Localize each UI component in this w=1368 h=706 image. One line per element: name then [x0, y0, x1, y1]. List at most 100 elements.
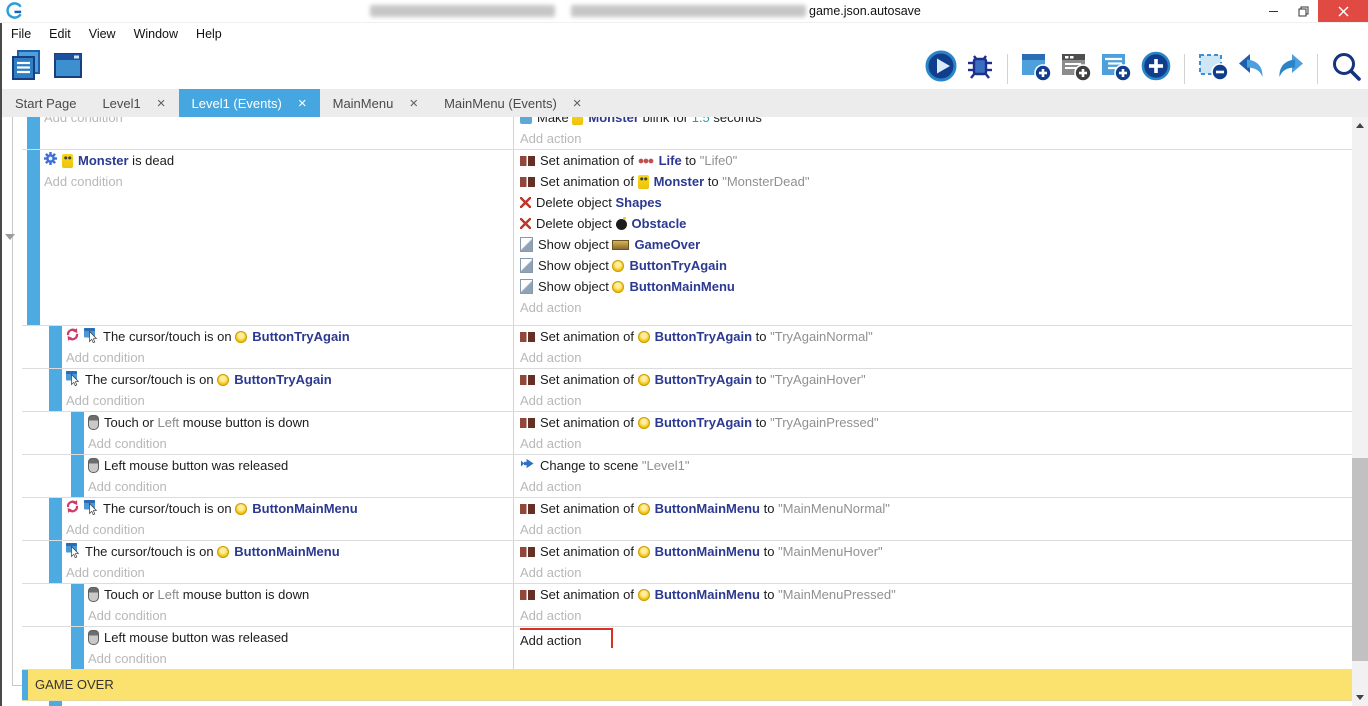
add-condition-link[interactable]: Add condition: [22, 476, 513, 497]
condition[interactable]: Add condition: [22, 117, 513, 128]
tab-close-icon[interactable]: ×: [573, 96, 582, 111]
action[interactable]: Set animation of ButtonTryAgain to "TryA…: [520, 369, 1352, 390]
add-action-link[interactable]: Add action: [520, 390, 1352, 411]
annotation-highlight[interactable]: Add action: [520, 628, 613, 648]
show-icon: [520, 258, 533, 273]
condition[interactable]: Touch or Left mouse button is down: [22, 412, 513, 433]
action[interactable]: Show object GameOver: [520, 234, 1352, 255]
tab-mainmenu[interactable]: MainMenu×: [320, 89, 431, 117]
tab-level1[interactable]: Level1×: [89, 89, 178, 117]
action[interactable]: Set animation of ButtonMainMenu to "Main…: [520, 498, 1352, 519]
text-segment: Add action: [520, 393, 581, 408]
actions-column: Set animation of ButtonTryAgain to "TryA…: [513, 326, 1352, 368]
play-button[interactable]: [925, 50, 957, 87]
tab-close-icon[interactable]: ×: [157, 96, 166, 111]
action[interactable]: Delete object Obstacle: [520, 213, 1352, 234]
add-condition-link[interactable]: Add condition: [22, 347, 513, 368]
add-action-link[interactable]: Add action: [520, 562, 1352, 583]
condition[interactable]: Touch or Left mouse button is down: [22, 584, 513, 605]
add-condition-link[interactable]: Add condition: [22, 648, 513, 669]
condition[interactable]: Monster is dead: [22, 150, 513, 171]
action-lines: Add action: [520, 627, 1352, 648]
conditions-column: Left mouse button was releasedAdd condit…: [22, 455, 513, 497]
tab-mainmenu-events[interactable]: MainMenu (Events) ×: [431, 89, 594, 117]
add-action-link[interactable]: Add action: [520, 433, 1352, 454]
scrollbar-thumb[interactable]: [1352, 458, 1368, 661]
comment-row[interactable]: GAME OVER: [22, 670, 1352, 701]
undo-button[interactable]: [1237, 53, 1267, 84]
add-subevent-button[interactable]: [1100, 50, 1132, 87]
action[interactable]: Set animation of Life to "Life0": [520, 150, 1352, 171]
scroll-up-icon[interactable]: [1356, 123, 1364, 128]
add-event-button[interactable]: [1020, 50, 1052, 87]
add-action-link[interactable]: Add action: [520, 519, 1352, 540]
remove-selection-button[interactable]: [1197, 50, 1229, 87]
add-condition-link[interactable]: Add condition: [22, 433, 513, 454]
action[interactable]: Change to scene "Level1": [520, 455, 1352, 476]
scrollbar[interactable]: [1352, 117, 1368, 706]
menu-help[interactable]: Help: [187, 27, 231, 41]
action[interactable]: Set animation of ButtonMainMenu to "Main…: [520, 584, 1352, 605]
tab-close-icon[interactable]: ×: [409, 96, 418, 111]
action[interactable]: Set animation of ButtonTryAgain to "TryA…: [520, 326, 1352, 347]
condition[interactable]: Left mouse button was released: [22, 455, 513, 476]
minimize-button[interactable]: [1258, 0, 1288, 22]
add-circle-button[interactable]: [1140, 50, 1172, 87]
toolbar-right-group: [925, 50, 1362, 87]
close-button[interactable]: [1318, 0, 1368, 22]
add-condition-link[interactable]: Add condition: [22, 519, 513, 540]
condition[interactable]: The cursor/touch is on ButtonTryAgain: [22, 369, 513, 390]
show-icon: [520, 279, 533, 294]
collapse-expander-icon[interactable]: [5, 234, 15, 240]
restore-button[interactable]: [1288, 0, 1318, 22]
condition[interactable]: The cursor/touch is on ButtonMainMenu: [22, 541, 513, 562]
action[interactable]: Show object ButtonMainMenu: [520, 276, 1352, 297]
add-action-link[interactable]: Add action: [520, 627, 1352, 648]
text-segment: ButtonMainMenu: [655, 544, 760, 559]
add-condition-link[interactable]: Add condition: [22, 605, 513, 626]
action[interactable]: Set animation of Monster to "MonsterDead…: [520, 171, 1352, 192]
toolbar-separator: [1007, 54, 1008, 84]
text-segment: Add action: [520, 131, 581, 146]
close-icon: [1338, 6, 1349, 17]
event-selection-bar[interactable]: [49, 701, 62, 706]
add-condition-link[interactable]: Add condition: [22, 390, 513, 411]
add-condition-link[interactable]: Add condition: [22, 562, 513, 583]
action[interactable]: Show object ButtonTryAgain: [520, 255, 1352, 276]
tab-start-page[interactable]: Start Page: [2, 89, 89, 117]
text-segment: ButtonMainMenu: [655, 587, 760, 602]
action[interactable]: Make Monster blink for 1.5 seconds: [520, 117, 1352, 128]
tab-close-icon[interactable]: ×: [298, 96, 307, 111]
action[interactable]: Delete object Shapes: [520, 192, 1352, 213]
tab-level1-events[interactable]: Level1 (Events)×: [179, 89, 320, 117]
menu-view[interactable]: View: [80, 27, 125, 41]
add-comment-button[interactable]: [1060, 50, 1092, 87]
add-action-link[interactable]: Add action: [520, 605, 1352, 626]
menu-window[interactable]: Window: [125, 27, 187, 41]
action[interactable]: Set animation of ButtonMainMenu to "Main…: [520, 541, 1352, 562]
add-event-icon: [1020, 50, 1052, 87]
add-condition-link[interactable]: Add condition: [22, 171, 513, 192]
action[interactable]: Set animation of ButtonTryAgain to "TryA…: [520, 412, 1352, 433]
debug-button[interactable]: [965, 50, 995, 87]
scene-editor-button[interactable]: [52, 50, 84, 85]
redo-button[interactable]: [1275, 53, 1305, 84]
tab-label: MainMenu (Events): [444, 96, 557, 111]
condition[interactable]: Left mouse button was released: [22, 627, 513, 648]
condition[interactable]: The cursor/touch is on ButtonTryAgain: [22, 326, 513, 347]
condition-lines: The cursor/touch is on ButtonTryAgainAdd…: [22, 326, 513, 368]
menu-file[interactable]: File: [2, 27, 40, 41]
menu-edit[interactable]: Edit: [40, 27, 80, 41]
add-action-link[interactable]: Add action: [520, 297, 1352, 318]
undo-icon: [1237, 53, 1267, 84]
events-sheet-button[interactable]: [10, 50, 42, 85]
add-action-link[interactable]: Add action: [520, 476, 1352, 497]
add-action-link[interactable]: Add action: [520, 347, 1352, 368]
text-segment: Touch or: [104, 415, 157, 430]
button-yellow-icon: [638, 331, 650, 343]
condition[interactable]: The cursor/touch is on ButtonMainMenu: [22, 498, 513, 519]
search-button[interactable]: [1330, 50, 1362, 87]
scroll-down-icon[interactable]: [1356, 695, 1364, 700]
redo-icon: [1275, 53, 1305, 84]
add-action-link[interactable]: Add action: [520, 128, 1352, 149]
